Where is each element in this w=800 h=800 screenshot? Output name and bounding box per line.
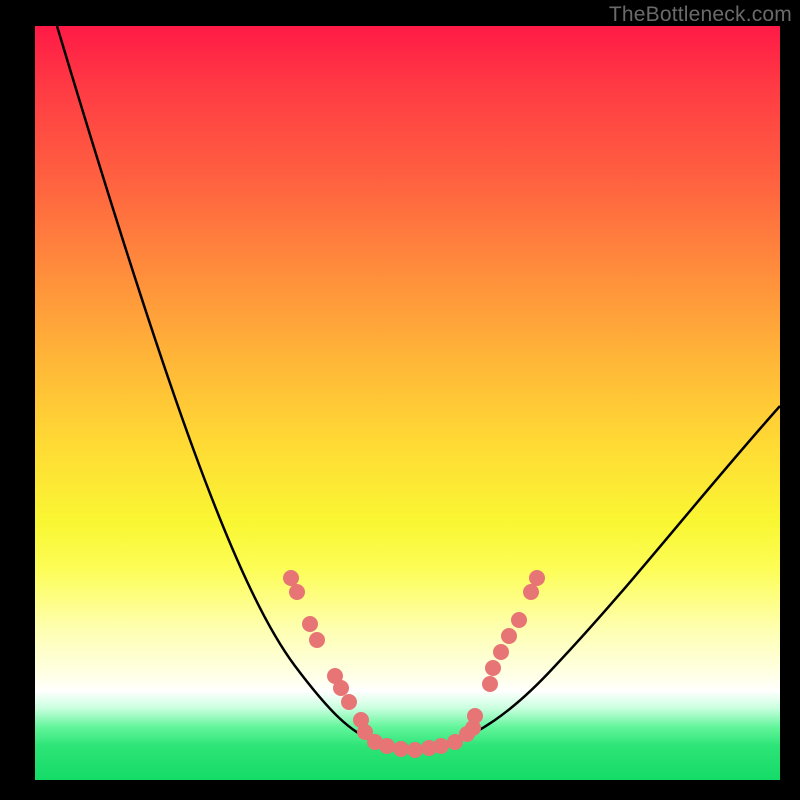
chart-svg <box>35 26 780 780</box>
marker-dot <box>309 632 325 648</box>
marker-dot <box>467 708 483 724</box>
marker-dot <box>283 570 299 586</box>
watermark-label: TheBottleneck.com <box>609 3 792 27</box>
chart-plot-area <box>35 26 780 780</box>
chart-frame: TheBottleneck.com <box>0 0 800 800</box>
marker-dot <box>493 644 509 660</box>
marker-group <box>283 570 545 758</box>
marker-dot <box>302 616 318 632</box>
marker-dot <box>407 742 423 758</box>
bottleneck-curve <box>57 26 780 748</box>
marker-dot <box>529 570 545 586</box>
marker-dot <box>485 660 501 676</box>
marker-dot <box>523 584 539 600</box>
marker-dot <box>333 680 349 696</box>
marker-dot <box>341 694 357 710</box>
marker-dot <box>393 741 409 757</box>
marker-dot <box>482 676 498 692</box>
marker-dot <box>501 628 517 644</box>
marker-dot <box>379 738 395 754</box>
marker-dot <box>433 738 449 754</box>
marker-dot <box>289 584 305 600</box>
marker-dot <box>511 612 527 628</box>
